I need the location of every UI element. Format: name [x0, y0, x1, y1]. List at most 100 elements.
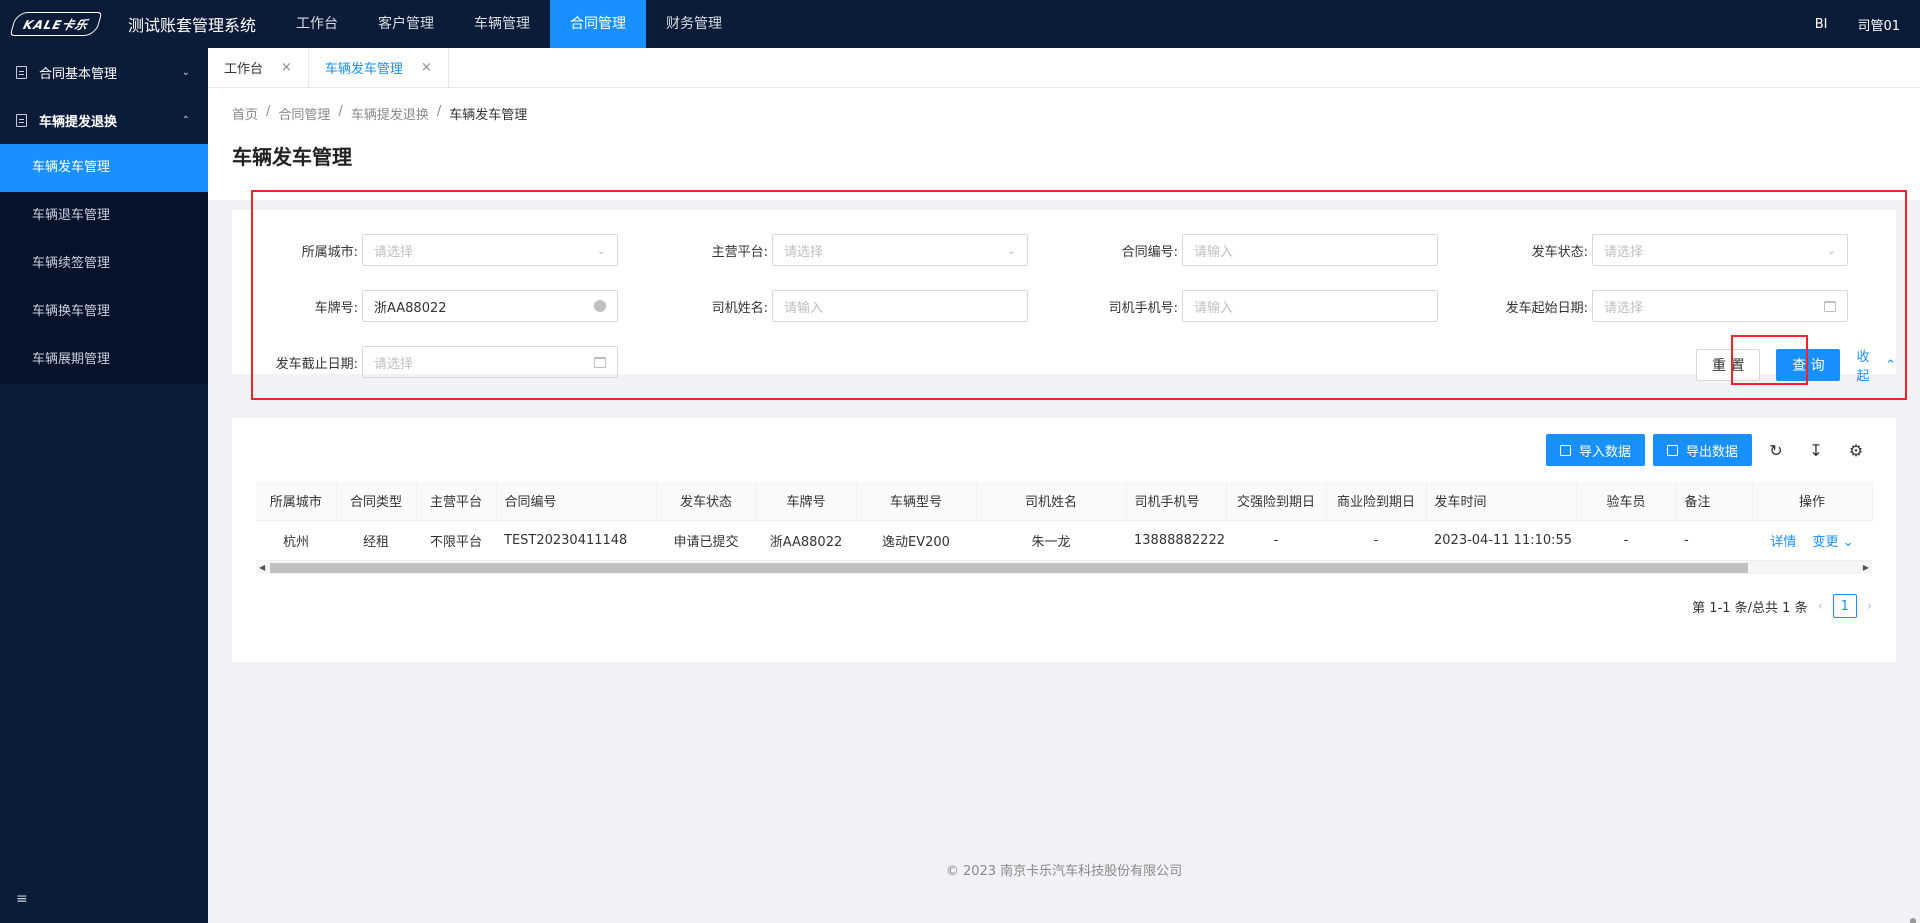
sidebar-item-extend[interactable]: 车辆展期管理 [0, 336, 208, 384]
top-bar: KALE卡乐 测试账套管理系统 工作台 客户管理 车辆管理 合同管理 财务管理 … [0, 0, 1920, 48]
collapse-menu-icon[interactable]: ≡ [16, 891, 28, 907]
breadcrumb: 首页 / 合同管理 / 车辆提发退换 / 车辆发车管理 [232, 104, 528, 123]
col-inspector: 验车员 [1576, 482, 1677, 521]
table-panel: 导入数据 导出数据 ↻ ↧ ⚙ 所属城市 合同类型 主营平台 合同编号 发车状态… [232, 418, 1896, 662]
cell-status: 申请已提交 [656, 520, 756, 561]
chevron-down-icon: ⌄ [181, 66, 190, 78]
tab-bar: 工作台 × 车辆发车管理 × [208, 48, 1920, 88]
chevron-down-icon: ⌄ [1842, 534, 1854, 550]
user-menu[interactable]: 司管01 [1857, 15, 1900, 34]
page-title: 车辆发车管理 [232, 145, 352, 169]
sidebar-item-renew[interactable]: 车辆续签管理 [0, 240, 208, 288]
close-icon[interactable]: × [421, 60, 432, 75]
page-header: 首页 / 合同管理 / 车辆提发退换 / 车辆发车管理 车辆发车管理 [208, 88, 1920, 200]
col-contract-no: 合同编号 [496, 482, 657, 521]
pagination: 第 1-1 条/总共 1 条 ‹ 1 › [1692, 594, 1872, 618]
sidebar-item-return[interactable]: 车辆退车管理 [0, 192, 208, 240]
scroll-right-icon[interactable]: ▶ [1863, 561, 1869, 575]
document-icon [16, 113, 27, 127]
cell-phone: 13888882222 [1126, 520, 1226, 561]
nav-vehicles[interactable]: 车辆管理 [454, 0, 550, 48]
tab-dispatch[interactable]: 车辆发车管理 × [309, 48, 449, 87]
refresh-icon[interactable]: ↻ [1760, 434, 1792, 466]
density-icon[interactable]: ↧ [1800, 434, 1832, 466]
sidebar-item-exchange[interactable]: 车辆换车管理 [0, 288, 208, 336]
nav-customers[interactable]: 客户管理 [358, 0, 454, 48]
vertical-scrollbar[interactable] [1910, 918, 1916, 923]
bi-link[interactable]: BI [1815, 17, 1828, 32]
submenu: 车辆发车管理 车辆退车管理 车辆续签管理 车辆换车管理 车辆展期管理 [0, 144, 208, 384]
col-phone: 司机手机号 [1126, 482, 1227, 521]
breadcrumb-home[interactable]: 首页 [232, 104, 258, 123]
nav-finance[interactable]: 财务管理 [646, 0, 742, 48]
breadcrumb-vehicle-ops[interactable]: 车辆提发退换 [351, 104, 429, 123]
cell-remark: - [1676, 520, 1752, 561]
tab-workbench[interactable]: 工作台 × [208, 48, 309, 87]
scroll-thumb[interactable] [270, 563, 1748, 573]
logo-text: KALE卡乐 [9, 12, 103, 36]
cell-inspector: - [1576, 520, 1676, 561]
col-ci-expire: 交强险到期日 [1226, 482, 1327, 521]
cell-contract-type: 经租 [336, 520, 416, 561]
highlight-box-filters [251, 190, 1907, 400]
page-item[interactable]: 1 [1832, 594, 1857, 618]
breadcrumb-current: 车辆发车管理 [449, 108, 528, 123]
horizontal-scrollbar[interactable]: ◀ ▶ [256, 560, 1872, 574]
col-driver: 司机姓名 [976, 482, 1127, 521]
cell-ci-expire: - [1226, 520, 1326, 561]
footer-copyright: © 2023 南京卡乐汽车科技股份有限公司 [945, 864, 1183, 879]
pagination-summary: 第 1-1 条/总共 1 条 [1692, 600, 1808, 616]
main-content: 工作台 × 车辆发车管理 × 首页 / 合同管理 / 车辆提发退换 / 车辆发车管理 … [208, 48, 1920, 923]
menu-group-vehicle-ops[interactable]: 车辆提发退换 ⌃ [0, 96, 208, 144]
col-plate: 车牌号 [756, 482, 857, 521]
sidebar: 合同基本管理 ⌄ 车辆提发退换 ⌃ 车辆发车管理 车辆退车管理 车辆续签管理 车… [0, 48, 208, 923]
nav-workbench[interactable]: 工作台 [276, 0, 358, 48]
col-time: 发车时间 [1426, 482, 1577, 521]
cell-model: 逸动EV200 [856, 520, 976, 561]
menu-group-contract-basic[interactable]: 合同基本管理 ⌄ [0, 48, 208, 96]
menu-group-label: 车辆提发退换 [39, 114, 118, 130]
col-bi-expire: 商业险到期日 [1326, 482, 1427, 521]
import-icon [1559, 444, 1571, 456]
cell-contract-no: TEST20230411148 [496, 520, 656, 561]
cell-driver: 朱一龙 [976, 520, 1126, 561]
sidebar-item-dispatch[interactable]: 车辆发车管理 [0, 144, 208, 192]
cell-city: 杭州 [256, 520, 336, 561]
highlight-box-query [1731, 335, 1808, 385]
cell-plate: 浙AA88022 [756, 520, 856, 561]
table-row: 杭州 经租 不限平台 TEST20230411148 申请已提交 浙AA8802… [256, 520, 1872, 561]
menu-group-label: 合同基本管理 [39, 66, 118, 82]
scroll-left-icon[interactable]: ◀ [259, 561, 265, 575]
table-toolbar: 导入数据 导出数据 ↻ ↧ ⚙ [1545, 434, 1872, 466]
export-button[interactable]: 导出数据 [1652, 434, 1752, 466]
chevron-up-icon: ⌃ [181, 114, 190, 126]
change-dropdown[interactable]: 变更 ⌄ [1813, 535, 1854, 550]
export-icon [1666, 444, 1678, 456]
document-icon [16, 65, 27, 79]
logo[interactable]: KALE卡乐 [0, 0, 112, 48]
cell-platform: 不限平台 [416, 520, 496, 561]
prev-page-icon[interactable]: ‹ [1818, 599, 1823, 614]
col-platform: 主营平台 [416, 482, 497, 521]
import-button[interactable]: 导入数据 [1545, 434, 1645, 466]
table-header: 所属城市 合同类型 主营平台 合同编号 发车状态 车牌号 车辆型号 司机姓名 司… [256, 482, 1873, 521]
settings-icon[interactable]: ⚙ [1840, 434, 1872, 466]
col-contract-type: 合同类型 [336, 482, 417, 521]
col-model: 车辆型号 [856, 482, 977, 521]
cell-bi-expire: - [1326, 520, 1426, 561]
detail-link[interactable]: 详情 [1770, 535, 1796, 550]
tab-label: 车辆发车管理 [324, 62, 403, 77]
tab-label: 工作台 [224, 62, 264, 77]
cell-actions: 详情 变更 ⌄ [1752, 520, 1872, 561]
cell-time: 2023-04-11 11:10:55 [1426, 520, 1576, 561]
nav-contracts[interactable]: 合同管理 [550, 0, 647, 48]
close-icon[interactable]: × [281, 60, 292, 75]
system-title: 测试账套管理系统 [128, 16, 257, 35]
breadcrumb-contracts[interactable]: 合同管理 [278, 104, 330, 123]
col-status: 发车状态 [656, 482, 757, 521]
col-remark: 备注 [1676, 482, 1753, 521]
dispatch-table: 所属城市 合同类型 主营平台 合同编号 发车状态 车牌号 车辆型号 司机姓名 司… [256, 482, 1873, 561]
next-page-icon[interactable]: › [1867, 599, 1872, 614]
top-nav: 工作台 客户管理 车辆管理 合同管理 财务管理 [276, 0, 742, 48]
col-actions: 操作 [1752, 482, 1873, 521]
